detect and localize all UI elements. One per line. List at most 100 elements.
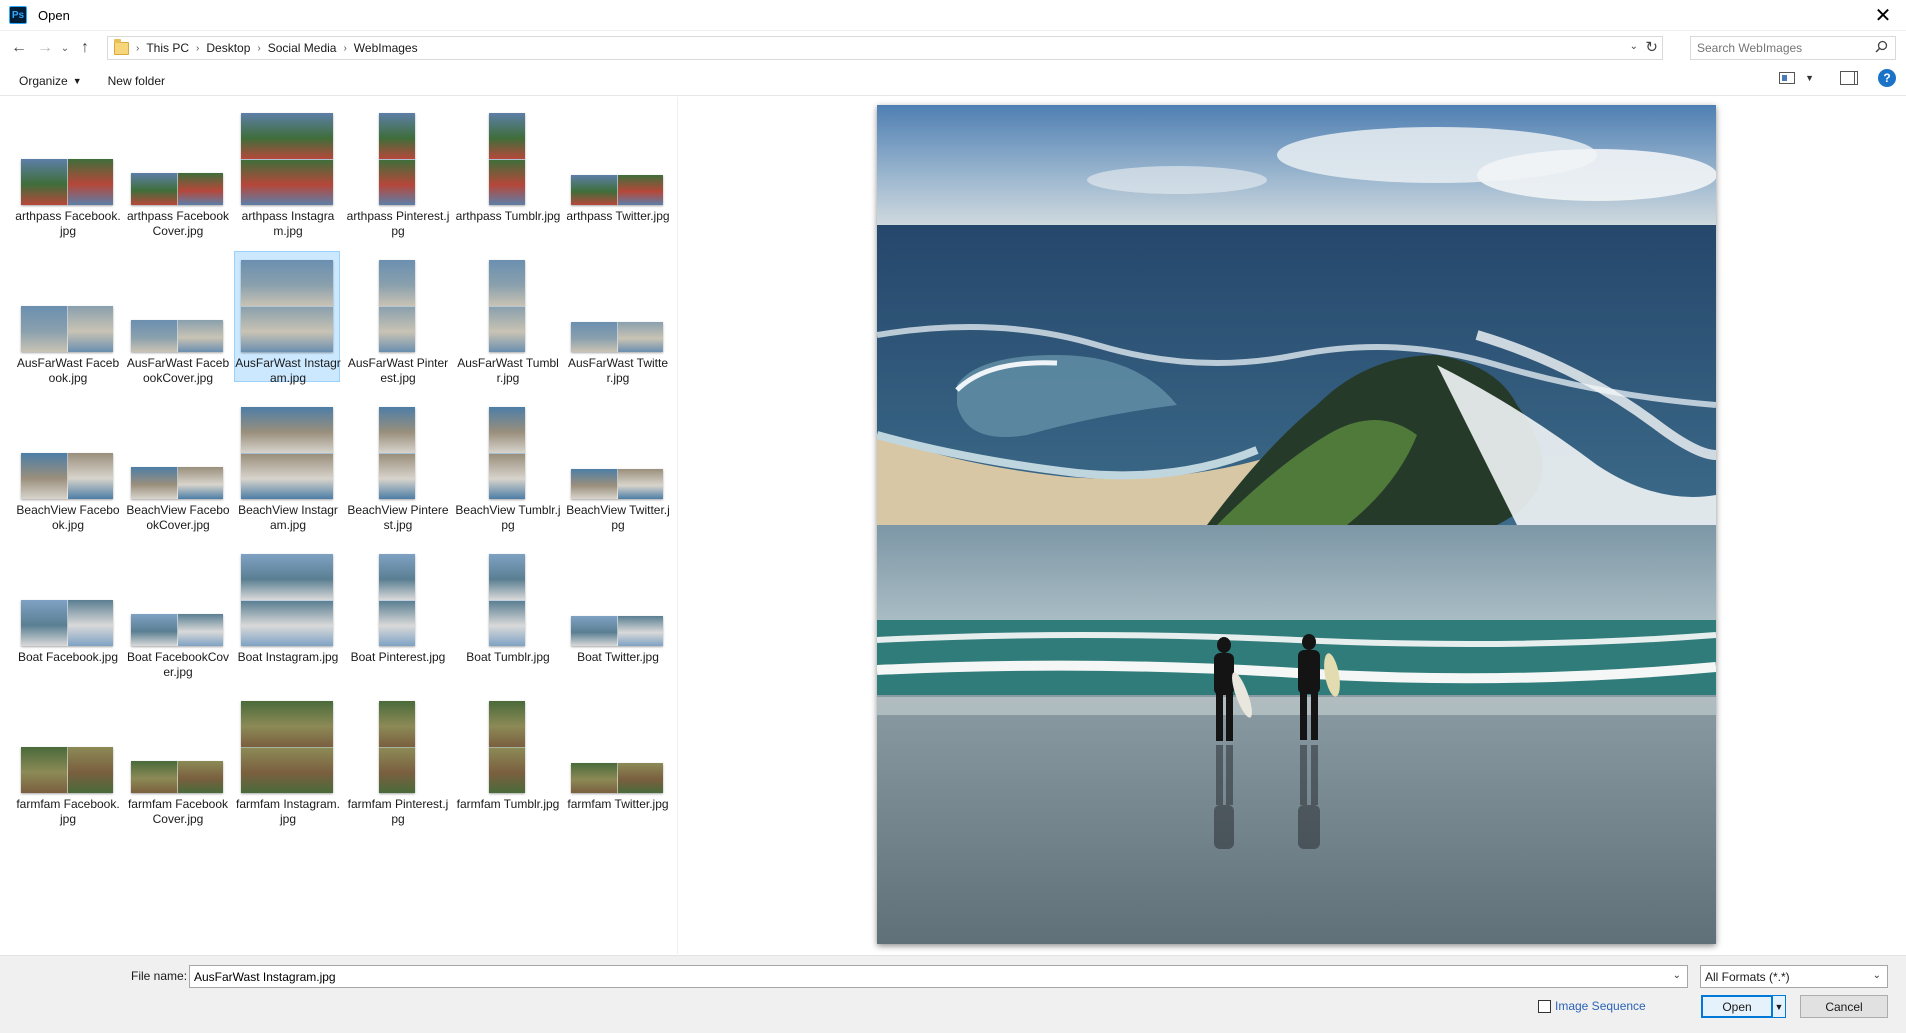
file-grid: arthpass Facebook.jpg arthpass FacebookCo… <box>14 104 674 839</box>
close-button[interactable]: ✕ <box>1860 0 1906 31</box>
new-folder-button[interactable]: New folder <box>99 69 174 93</box>
thumbnail-panel <box>241 453 333 499</box>
file-thumbnail <box>21 453 113 499</box>
file-tile[interactable]: BeachView FacebookCover.jpg <box>124 398 230 532</box>
file-tile[interactable]: Boat Tumblr.jpg <box>454 545 560 676</box>
address-dropdown-icon[interactable]: ⌄ <box>1630 41 1638 52</box>
thumbnail-panel <box>379 260 415 307</box>
file-tile[interactable]: arthpass Pinterest.jpg <box>344 104 450 238</box>
file-tile[interactable]: arthpass Facebook.jpg <box>14 104 121 238</box>
cancel-button[interactable]: Cancel <box>1800 995 1888 1018</box>
chevron-down-icon: ⌄ <box>1872 970 1881 981</box>
file-thumbnail <box>489 113 525 205</box>
file-name-label: farmfam Instagram.jpg <box>235 797 341 826</box>
up-button[interactable]: ↑ <box>72 35 98 61</box>
file-tile[interactable]: BeachView Twitter.jpg <box>564 398 670 532</box>
file-name-label: Boat FacebookCover.jpg <box>126 650 230 679</box>
file-name-label: arthpass Facebook.jpg <box>15 209 121 238</box>
file-tile[interactable]: AusFarWast Twitter.jpg <box>564 251 670 385</box>
file-thumbnail <box>21 747 113 793</box>
recent-locations-dropdown[interactable]: ⌄ <box>58 35 72 61</box>
thumbnail-panel <box>379 554 415 601</box>
preview-pane-icon[interactable] <box>1840 71 1858 85</box>
breadcrumb-this-pc[interactable]: This PC <box>146 41 189 55</box>
open-split-button[interactable]: Open ▼ <box>1701 995 1786 1018</box>
file-tile[interactable]: arthpass Twitter.jpg <box>564 104 670 235</box>
open-options-dropdown[interactable]: ▼ <box>1772 996 1785 1017</box>
chevron-right-icon: › <box>136 42 140 54</box>
file-tile[interactable]: farmfam Instagram.jpg <box>234 692 341 826</box>
file-thumbnail <box>21 306 113 352</box>
open-button[interactable]: Open <box>1702 996 1772 1017</box>
file-name-label: Boat Tumblr.jpg <box>466 650 550 664</box>
file-tile[interactable]: arthpass Tumblr.jpg <box>454 104 560 235</box>
preview-image <box>877 105 1716 944</box>
thumbnail-panel <box>177 320 223 352</box>
file-tile[interactable]: farmfam Pinterest.jpg <box>344 692 450 826</box>
file-tile[interactable]: BeachView Instagram.jpg <box>234 398 340 532</box>
file-tile[interactable]: arthpass FacebookCover.jpg <box>124 104 230 238</box>
file-thumbnail-frame <box>129 109 225 205</box>
file-thumbnail <box>131 173 223 205</box>
file-name-combobox[interactable]: ⌄ <box>189 965 1688 988</box>
file-tile[interactable]: BeachView Facebook.jpg <box>14 398 120 532</box>
up-arrow-icon: ↑ <box>81 39 89 56</box>
breadcrumb-desktop[interactable]: Desktop <box>206 41 250 55</box>
file-tile[interactable]: Boat Twitter.jpg <box>564 545 670 676</box>
thumbnail-panel <box>571 175 618 205</box>
file-tile[interactable]: BeachView Tumblr.jpg <box>454 398 561 532</box>
image-sequence-label[interactable]: Image Sequence <box>1555 999 1646 1013</box>
file-tile[interactable]: farmfam Facebook.jpg <box>14 692 120 826</box>
file-tile[interactable]: BeachView Pinterest.jpg <box>344 398 450 532</box>
file-thumbnail <box>489 407 525 499</box>
file-thumbnail <box>571 175 663 205</box>
file-tile[interactable]: Boat Instagram.jpg <box>234 545 340 676</box>
thumbnail-panel <box>67 159 113 205</box>
file-thumbnail-frame <box>349 403 445 499</box>
chevron-down-icon[interactable]: ⌄ <box>1673 970 1681 981</box>
file-tile[interactable]: farmfam Twitter.jpg <box>564 692 670 823</box>
file-name-label: farmfam Pinterest.jpg <box>347 797 449 826</box>
file-thumbnail-frame <box>459 550 555 646</box>
refresh-icon[interactable]: ↻ <box>1645 38 1658 56</box>
file-tile[interactable]: AusFarWast Instagram.jpg <box>234 251 341 385</box>
file-tile[interactable]: Boat Facebook.jpg <box>14 545 120 676</box>
file-tile[interactable]: AusFarWast Tumblr.jpg <box>454 251 560 385</box>
help-icon[interactable]: ? <box>1878 69 1896 87</box>
breadcrumb-social-media[interactable]: Social Media <box>268 41 337 55</box>
search-icon[interactable] <box>1875 40 1888 53</box>
file-thumbnail <box>379 113 415 205</box>
file-format-select[interactable]: All Formats (*.*) ⌄ <box>1700 965 1888 988</box>
address-bar[interactable]: › This PC › Desktop › Social Media › Web… <box>107 36 1663 60</box>
file-thumbnail-frame <box>459 403 555 499</box>
image-preview <box>877 105 1716 944</box>
file-tile[interactable]: AusFarWast Pinterest.jpg <box>344 251 450 385</box>
thumbnail-panel <box>617 469 663 499</box>
search-box[interactable] <box>1690 36 1896 60</box>
thumbnail-panel <box>571 469 618 499</box>
thumbnail-panel <box>21 159 68 205</box>
file-tile[interactable]: Boat FacebookCover.jpg <box>124 545 230 679</box>
search-input[interactable] <box>1697 41 1873 55</box>
back-button[interactable]: ← <box>6 35 32 61</box>
file-thumbnail <box>571 322 663 352</box>
file-thumbnail <box>21 600 113 646</box>
breadcrumb-webimages[interactable]: WebImages <box>354 41 418 55</box>
file-thumbnail <box>379 407 415 499</box>
change-view-button[interactable]: ▼ <box>1779 72 1814 84</box>
thumbnail-panel <box>489 554 525 601</box>
image-sequence-checkbox[interactable] <box>1538 999 1551 1013</box>
file-tile[interactable]: farmfam FacebookCover.jpg <box>124 692 230 826</box>
file-tile[interactable]: AusFarWast FacebookCover.jpg <box>124 251 230 385</box>
image-sequence-option[interactable]: Image Sequence <box>1538 999 1646 1013</box>
file-tile[interactable]: arthpass Instagram.jpg <box>234 104 340 238</box>
folder-icon <box>114 38 129 55</box>
file-name-label: AusFarWast Tumblr.jpg <box>457 356 559 385</box>
file-tile[interactable]: farmfam Tumblr.jpg <box>454 692 560 823</box>
file-tile[interactable]: AusFarWast Facebook.jpg <box>14 251 120 385</box>
organize-button[interactable]: Organize ▼ <box>10 69 91 93</box>
file-name-input[interactable] <box>194 969 1664 984</box>
forward-button[interactable]: → <box>32 35 58 61</box>
thumbnail-panel <box>489 306 525 352</box>
file-tile[interactable]: Boat Pinterest.jpg <box>344 545 450 676</box>
